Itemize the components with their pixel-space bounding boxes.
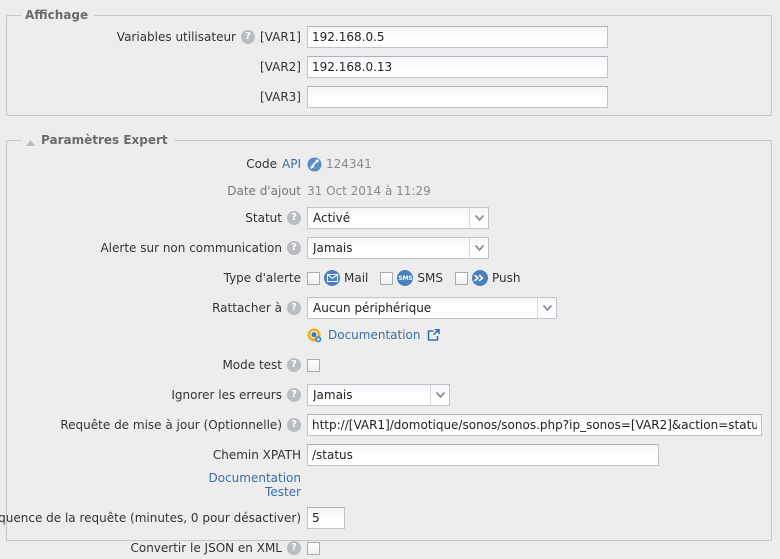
sms-icon: SMS — [397, 270, 413, 286]
doc-search-icon — [307, 328, 322, 343]
alerte-non-comm-select[interactable]: Jamais — [307, 237, 489, 259]
var2-tag: [VAR2] — [260, 60, 301, 74]
documentation-link[interactable]: Documentation — [328, 328, 421, 342]
row-frequence: Fréquence de la requête (minutes, 0 pour… — [7, 507, 771, 529]
frequence-input[interactable] — [307, 507, 345, 529]
rattacher-select[interactable]: Aucun périphérique — [307, 297, 557, 319]
help-icon[interactable]: ? — [287, 358, 301, 372]
var1-input[interactable] — [307, 26, 608, 48]
api-link[interactable]: API — [282, 157, 301, 171]
help-icon[interactable]: ? — [287, 211, 301, 225]
ignorer-erreurs-select[interactable]: Jamais — [307, 384, 450, 406]
var3-label: [VAR3] — [7, 90, 307, 104]
mode-test-checkbox[interactable] — [307, 359, 320, 372]
date-ajout-value: 31 Oct 2014 à 11:29 — [307, 184, 431, 198]
row-user-var-1: Variables utilisateur ? [VAR1] — [7, 26, 771, 48]
alert-mail-checkbox[interactable] — [307, 272, 320, 285]
var1-tag: [VAR1] — [260, 30, 301, 44]
row-statut: Statut ? Activé — [7, 207, 771, 229]
help-icon[interactable]: ? — [241, 30, 255, 44]
panel-expert-legend[interactable]: Paramètres Expert — [21, 133, 174, 147]
chevron-down-icon — [469, 208, 488, 228]
chevron-down-icon — [430, 385, 449, 405]
mode-test-label: Mode test ? — [7, 358, 307, 372]
convertir-json-checkbox[interactable] — [307, 542, 320, 555]
requete-maj-input[interactable] — [307, 414, 762, 436]
alert-push-checkbox[interactable] — [455, 272, 468, 285]
panel-affichage-legend-text: Affichage — [25, 8, 88, 22]
date-ajout-label: Date d'ajout — [7, 184, 307, 198]
row-xpath-sublinks: Documentation Tester — [7, 471, 771, 499]
chemin-xpath-label: Chemin XPATH — [7, 448, 307, 462]
requete-maj-label: Requête de mise à jour (Optionnelle) ? — [7, 418, 307, 432]
var3-tag: [VAR3] — [260, 90, 301, 104]
convertir-json-label: Convertir le JSON en XML ? — [7, 541, 307, 555]
row-convertir-json-xml: Convertir le JSON en XML ? — [7, 537, 771, 559]
panel-parametres-expert: Paramètres Expert Code API — [6, 133, 772, 541]
row-alerte-non-communication: Alerte sur non communication ? Jamais — [7, 237, 771, 259]
chevron-down-icon — [469, 238, 488, 258]
xpath-tester-link[interactable]: Tester — [265, 485, 301, 499]
push-icon — [472, 270, 488, 286]
ignorer-erreurs-select-value: Jamais — [313, 388, 353, 402]
api-key-icon — [307, 157, 322, 172]
type-alerte-label: Type d'alerte — [7, 271, 307, 285]
collapse-up-arrow-icon[interactable] — [25, 136, 36, 144]
var3-input[interactable] — [307, 86, 608, 108]
settings-page: Affichage Variables utilisateur ? [VAR1]… — [0, 0, 780, 547]
statut-select[interactable]: Activé — [307, 207, 489, 229]
mail-icon — [324, 270, 340, 286]
help-icon[interactable]: ? — [287, 541, 301, 555]
help-icon[interactable]: ? — [287, 418, 301, 432]
rattacher-select-value: Aucun périphérique — [313, 301, 431, 315]
statut-select-value: Activé — [313, 211, 350, 225]
alert-sms-checkbox[interactable] — [380, 272, 393, 285]
row-chemin-xpath: Chemin XPATH — [7, 444, 771, 466]
var2-label: [VAR2] — [7, 60, 307, 74]
alert-push-label: Push — [492, 271, 521, 285]
row-requete-mise-a-jour: Requête de mise à jour (Optionnelle) ? — [7, 414, 771, 436]
help-icon[interactable]: ? — [287, 241, 301, 255]
var2-input[interactable] — [307, 56, 608, 78]
row-ignorer-erreurs: Ignorer les erreurs ? Jamais — [7, 384, 771, 406]
row-date-ajout: Date d'ajout 31 Oct 2014 à 11:29 — [7, 180, 771, 202]
alert-sms-label: SMS — [417, 271, 443, 285]
help-icon[interactable]: ? — [287, 388, 301, 402]
row-user-var-2: [VAR2] — [7, 56, 771, 78]
alerte-non-comm-label: Alerte sur non communication ? — [7, 241, 307, 255]
user-vars-label: Variables utilisateur ? [VAR1] — [7, 30, 307, 44]
frequence-label: Fréquence de la requête (minutes, 0 pour… — [7, 511, 307, 525]
panel-affichage: Affichage Variables utilisateur ? [VAR1]… — [6, 8, 772, 116]
row-rattacher-a: Rattacher à ? Aucun périphérique — [7, 297, 771, 319]
chemin-xpath-input[interactable] — [307, 444, 659, 466]
xpath-documentation-link[interactable]: Documentation — [208, 471, 301, 485]
code-api-label: Code API — [7, 157, 307, 171]
row-documentation: Documentation — [7, 324, 771, 346]
help-icon[interactable]: ? — [287, 301, 301, 315]
row-code-api: Code API 124341 — [7, 153, 771, 175]
api-code-value: 124341 — [326, 157, 372, 171]
panel-expert-legend-text: Paramètres Expert — [41, 133, 168, 147]
alert-mail-label: Mail — [344, 271, 368, 285]
row-user-var-3: [VAR3] — [7, 86, 771, 108]
alerte-non-comm-select-value: Jamais — [313, 241, 353, 255]
panel-affichage-legend: Affichage — [21, 8, 94, 22]
chevron-down-icon — [537, 298, 556, 318]
row-type-alerte: Type d'alerte Mail SMS SMS — [7, 267, 771, 289]
rattacher-label: Rattacher à ? — [7, 301, 307, 315]
statut-label: Statut ? — [7, 211, 307, 225]
external-link-icon[interactable] — [427, 329, 440, 341]
ignorer-erreurs-label: Ignorer les erreurs ? — [7, 388, 307, 402]
row-mode-test: Mode test ? — [7, 354, 771, 376]
